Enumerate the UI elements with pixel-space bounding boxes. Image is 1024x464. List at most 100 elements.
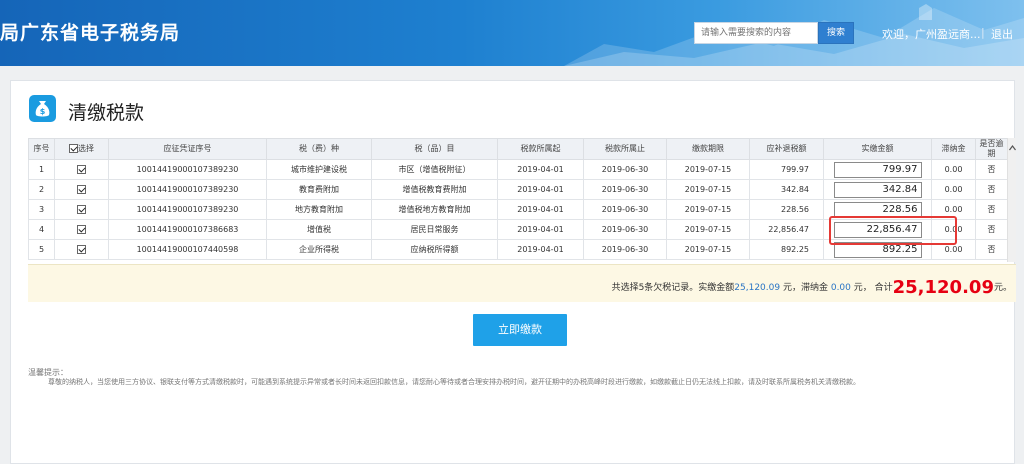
- summary-prefix: 共选择5条欠税记录。实缴金额: [611, 283, 735, 293]
- row-select-cell[interactable]: [54, 239, 109, 260]
- col-header-period-start: 税款所属起: [497, 138, 584, 160]
- row-paid-cell: [823, 179, 932, 200]
- row-deadline: 2019-07-15: [666, 219, 750, 240]
- row-overdue: 否: [975, 199, 1008, 220]
- paid-amount-input[interactable]: [833, 181, 922, 198]
- row-seq: 2: [28, 179, 55, 200]
- row-select-cell[interactable]: [54, 179, 109, 200]
- row-tax-item: 居民日常服务: [371, 219, 498, 240]
- row-amount-due: 228.56: [749, 199, 824, 220]
- row-amount-due: 799.97: [749, 159, 824, 180]
- row-select-cell[interactable]: [54, 199, 109, 220]
- search-button[interactable]: 搜索: [818, 22, 854, 44]
- row-overdue: 否: [975, 219, 1008, 240]
- row-overdue: 否: [975, 239, 1008, 260]
- col-header-cert-no: 应征凭证序号: [108, 138, 267, 160]
- logout-link[interactable]: 退出: [991, 26, 1013, 42]
- site-title: 局广东省电子税务局: [0, 22, 181, 44]
- row-period-start: 2019-04-01: [497, 159, 584, 180]
- summary-suffix: 元。: [993, 283, 1012, 293]
- row-checkbox[interactable]: [77, 225, 86, 234]
- col-header-amount-due: 应补退税额: [749, 138, 824, 160]
- row-period-end: 2019-06-30: [583, 159, 667, 180]
- row-seq: 5: [28, 239, 55, 260]
- row-tax-type: 城市维护建设税: [266, 159, 372, 180]
- col-header-amount-paid: 实缴金额: [823, 138, 932, 160]
- row-checkbox[interactable]: [77, 185, 86, 194]
- paid-total: 25,120.09: [734, 283, 781, 293]
- row-deadline: 2019-07-15: [666, 239, 750, 260]
- select-all-checkbox[interactable]: [69, 144, 78, 153]
- row-period-end: 2019-06-30: [583, 199, 667, 220]
- row-tax-item: 增值税地方教育附加: [371, 199, 498, 220]
- row-checkbox[interactable]: [77, 205, 86, 214]
- search-input[interactable]: [694, 22, 818, 44]
- row-tax-type: 增值税: [266, 219, 372, 240]
- row-cert-no: 10014419000107440598: [108, 239, 267, 260]
- row-checkbox[interactable]: [77, 245, 86, 254]
- row-paid-cell: [823, 159, 932, 180]
- col-header-tax-item: 税（品）目: [371, 138, 498, 160]
- row-tax-type: 教育费附加: [266, 179, 372, 200]
- row-late-fee: 0.00: [931, 179, 976, 200]
- row-overdue: 否: [975, 179, 1008, 200]
- paid-amount-input[interactable]: [833, 161, 922, 178]
- col-header-late-fee: 滞纳金: [931, 138, 976, 160]
- summary-mid: 元，滞纳金: [780, 283, 831, 293]
- row-tax-item: 市区（增值税附征）: [371, 159, 498, 180]
- row-cert-no: 10014419000107389230: [108, 199, 267, 220]
- summary-bar: 共选择5条欠税记录。实缴金额25,120.09 元，滞纳金 0.00 元， 合计…: [28, 264, 1016, 302]
- row-checkbox[interactable]: [77, 165, 86, 174]
- row-select-cell[interactable]: [54, 159, 109, 180]
- row-period-end: 2019-06-30: [583, 239, 667, 260]
- highlight-box: [829, 216, 957, 245]
- row-cert-no: 10014419000107389230: [108, 159, 267, 180]
- row-seq: 4: [28, 219, 55, 240]
- page-title: 清缴税款: [68, 102, 145, 124]
- row-tax-item: 增值税教育费附加: [371, 179, 498, 200]
- row-deadline: 2019-07-15: [666, 159, 750, 180]
- top-header: 局广东省电子税务局 搜索 欢迎，广州盈远商... | 退出: [0, 0, 1024, 66]
- row-seq: 3: [28, 199, 55, 220]
- welcome-user-text[interactable]: 欢迎，广州盈远商...: [882, 26, 981, 42]
- summary-mid2: 元， 合计: [850, 283, 893, 293]
- main-panel: $ 清缴税款 序号 选择 应征凭证序号 税（费）种 税（品）目 税款所属起 税款…: [10, 80, 1016, 464]
- row-period-start: 2019-04-01: [497, 199, 584, 220]
- table-row: 2 10014419000107389230 教育费附加 增值税教育费附加 20…: [28, 179, 1008, 200]
- col-header-deadline: 缴款期限: [666, 138, 750, 160]
- header-separator: |: [981, 26, 985, 39]
- svg-text:$: $: [40, 107, 46, 116]
- row-deadline: 2019-07-15: [666, 179, 750, 200]
- late-fee-total: 0.00: [830, 283, 851, 293]
- col-header-period-end: 税款所属止: [583, 138, 667, 160]
- table-row: 1 10014419000107389230 城市维护建设税 市区（增值税附征）…: [28, 159, 1008, 180]
- row-period-end: 2019-06-30: [583, 219, 667, 240]
- money-bag-icon: $: [29, 95, 56, 122]
- table-scrollbar[interactable]: [1007, 138, 1016, 262]
- row-amount-due: 892.25: [749, 239, 824, 260]
- col-header-tax-type: 税（费）种: [266, 138, 372, 160]
- row-overdue: 否: [975, 159, 1008, 180]
- row-tax-item: 应纳税所得额: [371, 239, 498, 260]
- pay-now-button[interactable]: 立即缴款: [473, 314, 567, 346]
- row-amount-due: 342.84: [749, 179, 824, 200]
- col-header-seq: 序号: [28, 138, 55, 160]
- summary-text: 共选择5条欠税记录。实缴金额25,120.09 元，滞纳金 0.00 元， 合计…: [612, 277, 1012, 298]
- row-cert-no: 10014419000107386683: [108, 219, 267, 240]
- row-tax-type: 地方教育附加: [266, 199, 372, 220]
- table-header-row: 序号 选择 应征凭证序号 税（费）种 税（品）目 税款所属起 税款所属止 缴款期…: [28, 138, 1008, 160]
- grand-total: 25,120.09: [892, 277, 994, 298]
- row-amount-due: 22,856.47: [749, 219, 824, 240]
- col-header-select-label: 选择: [78, 144, 94, 153]
- row-select-cell[interactable]: [54, 219, 109, 240]
- col-header-overdue: 是否逾期: [975, 138, 1008, 160]
- row-tax-type: 企业所得税: [266, 239, 372, 260]
- row-period-start: 2019-04-01: [497, 219, 584, 240]
- row-period-end: 2019-06-30: [583, 179, 667, 200]
- row-period-start: 2019-04-01: [497, 179, 584, 200]
- row-deadline: 2019-07-15: [666, 199, 750, 220]
- col-header-select[interactable]: 选择: [54, 138, 109, 160]
- row-period-start: 2019-04-01: [497, 239, 584, 260]
- row-late-fee: 0.00: [931, 159, 976, 180]
- row-seq: 1: [28, 159, 55, 180]
